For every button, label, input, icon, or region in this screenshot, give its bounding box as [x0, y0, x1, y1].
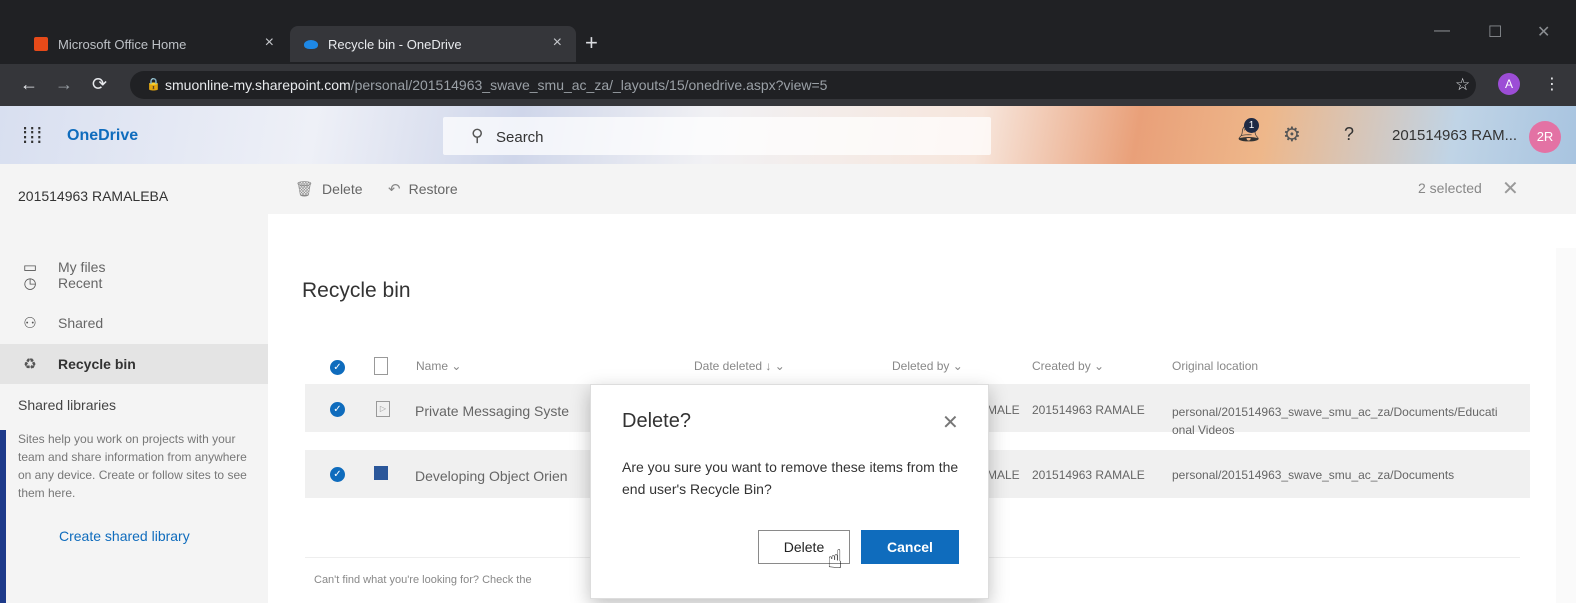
tab-microsoft-office-home[interactable]: Microsoft Office Home × — [20, 26, 288, 62]
column-header-name[interactable]: Name ⌄ — [416, 359, 461, 373]
app-name[interactable]: OneDrive — [67, 127, 138, 145]
hand-cursor-icon: ☝ — [827, 544, 843, 574]
notification-badge: 1 — [1244, 118, 1259, 133]
nav-item-shared[interactable]: ⚇ Shared — [0, 303, 268, 343]
trash-icon: 🗑︎ — [295, 181, 315, 198]
page-title: Recycle bin — [302, 279, 411, 302]
minimize-button[interactable]: — — [1434, 22, 1450, 40]
shared-libraries-heading: Shared libraries — [18, 397, 117, 413]
clear-selection-icon[interactable]: ✕ — [1502, 176, 1519, 201]
profile-avatar[interactable]: A — [1498, 73, 1520, 95]
close-window-button[interactable]: ✕ — [1537, 22, 1550, 42]
app-launcher-icon[interactable]: ⁞⁞⁞ — [22, 123, 43, 149]
restore-command[interactable]: ↶ Restore — [388, 180, 458, 198]
video-file-icon: ▷ — [376, 401, 390, 417]
nav-item-recent[interactable]: ◷ Recent — [0, 263, 268, 303]
reload-icon[interactable]: ⟳ — [92, 74, 107, 95]
settings-gear-icon[interactable]: ⚙ — [1283, 122, 1301, 147]
forward-icon[interactable]: → — [55, 74, 73, 95]
clock-icon: ◷ — [23, 275, 37, 292]
search-icon: ⚲ — [471, 126, 484, 145]
file-name[interactable]: Developing Object Orien — [415, 468, 568, 484]
dialog-message: Are you sure you want to remove these it… — [622, 459, 959, 497]
lock-icon: 🔒 — [146, 77, 161, 91]
delete-command-label: Delete — [322, 181, 363, 197]
close-tab-icon[interactable]: × — [265, 34, 274, 52]
scrollbar[interactable] — [1556, 248, 1576, 603]
deleted-by: MALE — [987, 403, 1020, 417]
command-bar — [268, 164, 1576, 214]
account-name: 201514963 RAMALEBA — [18, 188, 169, 204]
create-shared-library-link[interactable]: Create shared library — [59, 528, 190, 544]
tab-recycle-bin[interactable]: Recycle bin - OneDrive × — [290, 26, 576, 62]
nav-item-label: Recycle bin — [58, 356, 136, 372]
row-checkbox[interactable]: ✓ — [330, 402, 345, 417]
dialog-title: Delete? — [622, 410, 691, 432]
created-by: 201514963 RAMALE — [1032, 468, 1145, 482]
select-all-checkbox[interactable]: ✓ — [330, 360, 345, 375]
user-name[interactable]: 201514963 RAM... — [1392, 127, 1517, 144]
maximize-button[interactable]: ☐ — [1488, 22, 1502, 42]
file-name[interactable]: Private Messaging Syste — [415, 403, 569, 419]
original-location: personal/201514963_swave_smu_ac_za/Docum… — [1172, 405, 1498, 437]
office-icon — [34, 37, 48, 51]
browser-menu-icon[interactable]: ⋮ — [1544, 74, 1560, 94]
restore-command-label: Restore — [408, 181, 458, 197]
original-location: personal/201514963_swave_smu_ac_za/Docum… — [1172, 468, 1455, 482]
cancel-button[interactable]: Cancel — [861, 530, 959, 564]
new-tab-button[interactable]: + — [585, 30, 598, 56]
created-by: 201514963 RAMALE — [1032, 403, 1145, 417]
nav-item-label: Recent — [58, 275, 103, 291]
row-checkbox[interactable]: ✓ — [330, 467, 345, 482]
avatar[interactable]: 2R — [1529, 121, 1561, 153]
left-edge-bar — [0, 430, 6, 603]
column-header-created-by[interactable]: Created by ⌄ — [1032, 359, 1104, 373]
file-type-icon — [374, 357, 388, 375]
nav-item-recycle-bin[interactable]: ♻ Recycle bin — [0, 344, 268, 384]
bookmark-star-icon[interactable]: ☆ — [1455, 75, 1470, 95]
close-tab-icon[interactable]: × — [553, 34, 562, 52]
nav-item-label: Shared — [58, 315, 104, 331]
url-text[interactable]: smuonline-my.sharepoint.com/personal/201… — [165, 77, 827, 93]
column-header-date-deleted[interactable]: Date deleted ↓ ⌄ — [694, 359, 785, 373]
search-input[interactable]: Search — [496, 129, 544, 146]
restore-icon: ↶ — [388, 181, 401, 198]
recycle-bin-icon: ♻ — [23, 356, 37, 373]
help-icon[interactable]: ? — [1344, 124, 1354, 145]
word-file-icon — [374, 466, 388, 480]
delete-command[interactable]: 🗑︎ Delete — [295, 180, 363, 198]
back-icon[interactable]: ← — [20, 74, 38, 95]
footer-hint: Can't find what you're looking for? Chec… — [314, 574, 532, 586]
close-icon[interactable]: ✕ — [942, 410, 959, 435]
onedrive-icon — [304, 39, 318, 49]
column-header-original-location[interactable]: Original location — [1172, 359, 1258, 373]
column-header-deleted-by[interactable]: Deleted by ⌄ — [892, 359, 963, 373]
people-icon: ⚇ — [23, 315, 37, 332]
sites-help-text: Sites help you work on projects with you… — [18, 432, 247, 500]
selected-count: 2 selected — [1418, 180, 1482, 196]
deleted-by: MALE — [987, 468, 1020, 482]
tab-title: Recycle bin - OneDrive — [328, 36, 462, 52]
tab-title: Microsoft Office Home — [58, 36, 187, 52]
